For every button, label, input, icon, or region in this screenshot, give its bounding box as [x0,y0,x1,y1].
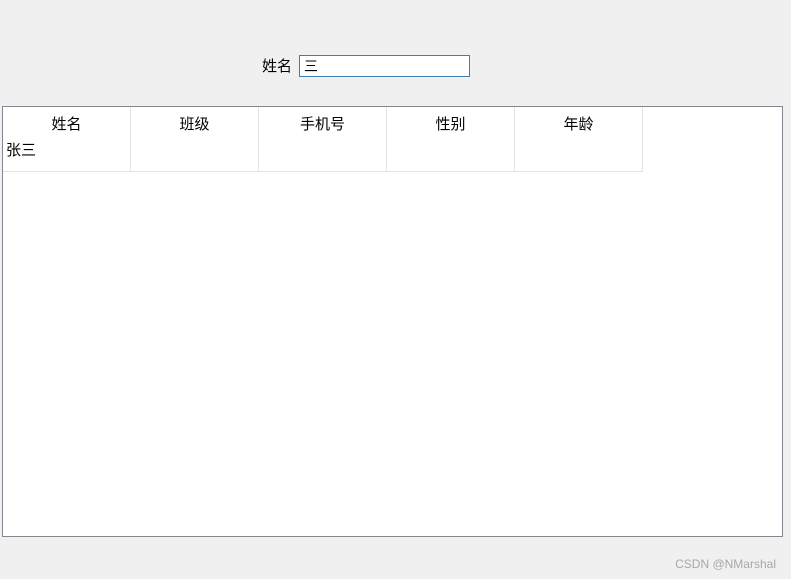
column-header-name[interactable]: 姓名 [3,107,131,139]
watermark: CSDN @NMarshal [675,557,776,571]
column-header-class[interactable]: 班级 [130,107,259,139]
data-grid[interactable]: 姓名 班级 手机号 性别 年龄 张三 [2,106,783,537]
cell-age[interactable] [514,139,643,172]
cell-gender[interactable] [386,139,515,172]
cell-class[interactable] [130,139,259,172]
name-search-input[interactable] [299,55,471,77]
header-row: 姓名 班级 手机号 性别 年龄 [3,107,643,139]
cell-name[interactable]: 张三 [3,139,131,172]
name-label: 姓名 [262,57,293,75]
column-header-age[interactable]: 年龄 [514,107,643,139]
app-window: 姓名 姓名 班级 手机号 性别 年龄 张三 [0,0,791,579]
cell-phone[interactable] [258,139,387,172]
data-table: 姓名 班级 手机号 性别 年龄 张三 [3,107,643,172]
column-header-gender[interactable]: 性别 [386,107,515,139]
search-row: 姓名 [262,54,471,78]
table-row[interactable]: 张三 [3,139,643,172]
column-header-phone[interactable]: 手机号 [258,107,387,139]
